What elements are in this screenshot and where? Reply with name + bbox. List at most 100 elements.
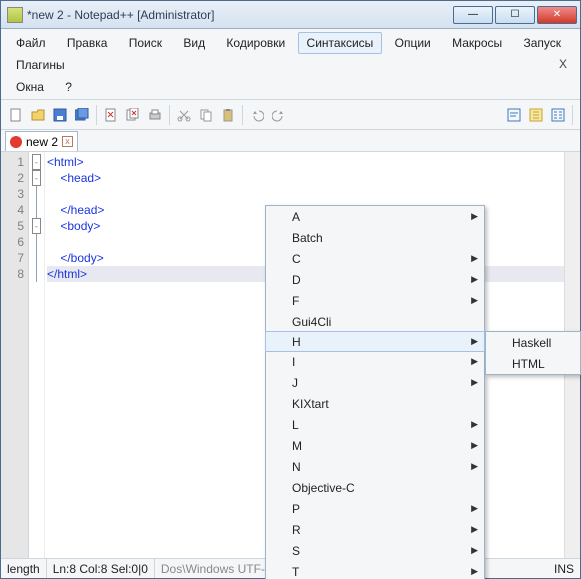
menu-file[interactable]: Файл [7,32,55,54]
close-all-icon[interactable] [123,105,143,125]
syntax-menu: A▶BatchC▶D▶F▶Gui4CliH▶I▶J▶KIXtartL▶M▶N▶O… [265,205,485,579]
menu-item[interactable]: KIXtart [266,393,484,414]
fold-minus-icon[interactable]: - [32,154,41,170]
maximize-button[interactable]: ☐ [495,6,535,24]
menu-help[interactable]: ? [56,76,81,98]
menu-macros[interactable]: Макросы [443,32,511,54]
menu-item[interactable]: R▶ [266,519,484,540]
menu-item-label: Gui4Cli [292,315,331,329]
fold-minus-icon[interactable]: - [32,218,41,234]
fold-minus-icon[interactable]: - [32,170,41,186]
print-icon[interactable] [145,105,165,125]
title-bar: *new 2 - Notepad++ [Administrator] — ☐ ✕ [1,1,580,29]
submenu-arrow-icon: ▶ [471,211,478,222]
menu-item[interactable]: T▶ [266,561,484,579]
menu-item-label: R [292,523,301,537]
tab-label: new 2 [26,135,58,149]
menu-item[interactable]: Gui4Cli [266,311,484,332]
submenu-arrow-icon: ▶ [471,356,478,367]
window-title: *new 2 - Notepad++ [Administrator] [27,8,214,22]
menu-item-label: C [292,252,301,266]
menu-bar: Файл Правка Поиск Вид Кодировки Синтакси… [1,29,580,100]
copy-icon[interactable] [196,105,216,125]
menu-item[interactable]: I▶ [266,351,484,372]
fold-line-icon [36,202,37,218]
line-number: 3 [1,186,24,202]
line-number: 2 [1,170,24,186]
line-number: 7 [1,250,24,266]
tab-bar: new 2 x [1,130,580,152]
status-position: Ln:8 Col:8 Sel:0|0 [47,559,155,578]
editor-area: 12345678 --- <html> <head> </head> <body… [1,152,580,558]
menu-item-label: Objective-C [292,481,355,495]
menu-view[interactable]: Вид [174,32,214,54]
menu-item[interactable]: J▶ [266,372,484,393]
status-encoding: Dos\Windows UTF-8 [155,559,279,578]
open-file-icon[interactable] [28,105,48,125]
line-number: 6 [1,234,24,250]
syntax-submenu: HaskellHTML [485,331,581,375]
save-icon[interactable] [50,105,70,125]
app-window: *new 2 - Notepad++ [Administrator] — ☐ ✕… [0,0,581,579]
status-length: length [1,559,47,578]
indent-guide-icon[interactable] [548,105,568,125]
menu-item[interactable]: HTML [486,353,580,374]
menu-options[interactable]: Опции [386,32,440,54]
submenu-arrow-icon: ▶ [471,253,478,264]
cut-icon[interactable] [174,105,194,125]
paste-icon[interactable] [218,105,238,125]
menu-item-label: H [292,335,301,349]
fold-line-icon [36,266,37,282]
menu-item[interactable]: P▶ [266,498,484,519]
code-line[interactable]: <html> [47,154,580,170]
menu-item[interactable]: F▶ [266,290,484,311]
menu-item[interactable]: L▶ [266,414,484,435]
submenu-arrow-icon: ▶ [471,274,478,285]
redo-icon[interactable] [269,105,289,125]
wordwrap-icon[interactable] [504,105,524,125]
menu-syntax[interactable]: Синтаксисы [298,32,383,54]
menu-item[interactable]: Batch [266,227,484,248]
close-button[interactable]: ✕ [537,6,577,24]
menu-search[interactable]: Поиск [120,32,171,54]
submenu-arrow-icon: ▶ [471,566,478,577]
menu-item[interactable]: S▶ [266,540,484,561]
menu-item[interactable]: Objective-C [266,477,484,498]
menu-item-label: S [292,544,300,558]
menu-item[interactable]: D▶ [266,269,484,290]
menu-item[interactable]: C▶ [266,248,484,269]
menu-item[interactable]: N▶ [266,456,484,477]
menu-item-label: KIXtart [292,397,329,411]
status-insert-mode: INS [548,559,580,578]
submenu-arrow-icon: ▶ [471,524,478,535]
undo-icon[interactable] [247,105,267,125]
close-file-icon[interactable] [101,105,121,125]
menu-item[interactable]: Haskell [486,332,580,353]
menu-encoding[interactable]: Кодировки [217,32,294,54]
menu-item[interactable]: M▶ [266,435,484,456]
fold-gutter: --- [29,152,45,558]
tab-close-icon[interactable]: x [62,136,73,147]
show-all-chars-icon[interactable] [526,105,546,125]
code-line[interactable] [47,186,580,202]
new-file-icon[interactable] [6,105,26,125]
code-line[interactable]: <head> [47,170,580,186]
menu-item-label: T [292,565,299,579]
submenu-arrow-icon: ▶ [471,503,478,514]
tab-document[interactable]: new 2 x [5,131,78,151]
line-number: 8 [1,266,24,282]
minimize-button[interactable]: — [453,6,493,24]
menu-run[interactable]: Запуск [514,32,570,54]
submenu-arrow-icon: ▶ [471,440,478,451]
menu-windows[interactable]: Окна [7,76,53,98]
menu-edit[interactable]: Правка [58,32,117,54]
submenu-arrow-icon: ▶ [471,419,478,430]
line-number: 5 [1,218,24,234]
toolbar [1,100,580,130]
menu-item-label: D [292,273,301,287]
pane-close-x[interactable]: X [552,54,574,74]
menu-item[interactable]: A▶ [266,206,484,227]
menu-item[interactable]: H▶ [265,331,485,352]
menu-plugins[interactable]: Плагины [7,54,74,76]
save-all-icon[interactable] [72,105,92,125]
